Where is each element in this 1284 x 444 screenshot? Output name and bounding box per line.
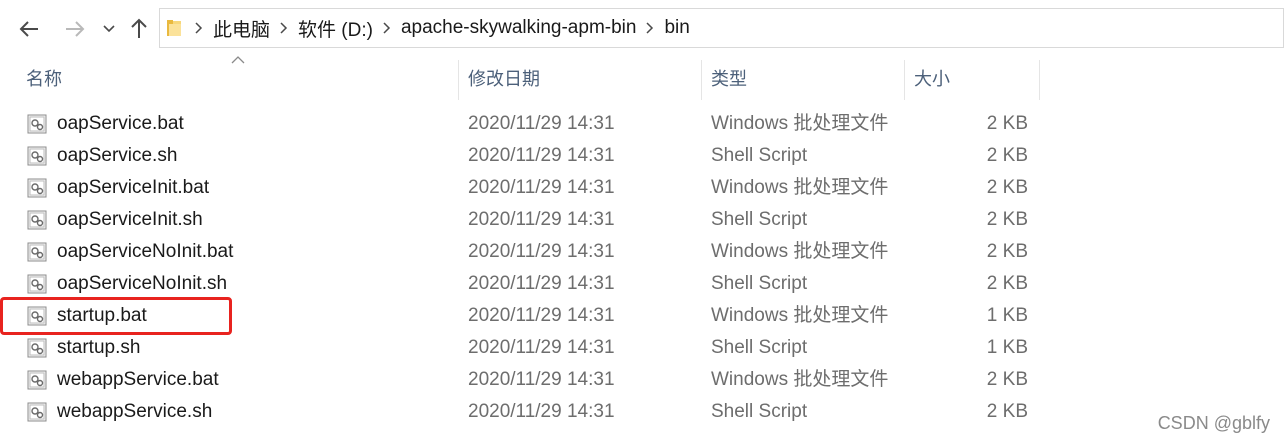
- file-size: 1 KB: [986, 305, 1028, 326]
- file-row[interactable]: oapServiceNoInit.sh 2020/11/29 14:31 She…: [22, 268, 1042, 300]
- highlight-annotation-startup-bat: [0, 297, 232, 335]
- file-row[interactable]: oapService.sh 2020/11/29 14:31 Shell Scr…: [22, 140, 1042, 172]
- file-name: oapService.sh: [57, 145, 178, 166]
- file-size: 2 KB: [986, 209, 1028, 230]
- file-date: 2020/11/29 14:31: [468, 113, 615, 134]
- navigation-bar: 此电脑 软件 (D:) apache-skywalking-apm-bin bi…: [0, 0, 1284, 58]
- file-type: Shell Script: [711, 401, 808, 422]
- recent-locations-button[interactable]: [98, 12, 120, 46]
- batch-file-icon: [27, 178, 47, 198]
- breadcrumb-drive-d[interactable]: 软件 (D:): [295, 15, 376, 42]
- file-size: 2 KB: [986, 241, 1028, 262]
- file-date: 2020/11/29 14:31: [468, 209, 615, 230]
- file-name: webappService.bat: [57, 369, 219, 390]
- batch-file-icon: [27, 242, 47, 262]
- file-type: Windows 批处理文件: [711, 177, 889, 198]
- column-header-type[interactable]: 类型: [705, 60, 905, 100]
- watermark: CSDN @gblfy: [1157, 413, 1270, 433]
- folder-icon: [167, 20, 181, 36]
- file-size: 2 KB: [986, 369, 1028, 390]
- file-row[interactable]: startup.sh 2020/11/29 14:31 Shell Script…: [22, 332, 1042, 364]
- file-date: 2020/11/29 14:31: [468, 305, 615, 326]
- file-type: Windows 批处理文件: [711, 305, 889, 326]
- breadcrumb-bin[interactable]: bin: [661, 17, 692, 39]
- arrow-up-icon: [131, 18, 147, 38]
- batch-file-icon: [27, 114, 47, 134]
- column-header-size[interactable]: 大小: [908, 60, 1038, 100]
- file-name: oapServiceInit.sh: [57, 209, 203, 230]
- breadcrumb-apm-folder[interactable]: apache-skywalking-apm-bin: [398, 17, 640, 39]
- file-name: oapServiceInit.bat: [57, 177, 210, 198]
- file-type: Shell Script: [711, 273, 808, 294]
- column-header-date[interactable]: 修改日期: [462, 60, 702, 100]
- address-bar[interactable]: 此电脑 软件 (D:) apache-skywalking-apm-bin bi…: [159, 8, 1284, 48]
- script-file-icon: [27, 338, 47, 358]
- script-file-icon: [27, 402, 47, 422]
- file-size: 2 KB: [986, 401, 1028, 422]
- file-name: oapServiceNoInit.sh: [57, 273, 228, 294]
- up-button[interactable]: [124, 12, 154, 46]
- chevron-right-icon: [383, 22, 391, 34]
- file-type: Shell Script: [711, 209, 808, 230]
- file-type: Shell Script: [711, 145, 808, 166]
- breadcrumb-this-pc[interactable]: 此电脑: [210, 15, 273, 42]
- file-date: 2020/11/29 14:31: [468, 273, 615, 294]
- chevron-right-icon: [646, 22, 654, 34]
- column-divider[interactable]: [458, 60, 459, 100]
- file-size: 2 KB: [986, 113, 1028, 134]
- breadcrumb-separator[interactable]: [273, 22, 295, 34]
- forward-button[interactable]: [58, 12, 92, 46]
- file-row[interactable]: webappService.sh 2020/11/29 14:31 Shell …: [22, 396, 1042, 428]
- breadcrumb-separator[interactable]: [376, 22, 398, 34]
- file-row[interactable]: oapServiceInit.sh 2020/11/29 14:31 Shell…: [22, 204, 1042, 236]
- column-divider[interactable]: [1039, 60, 1040, 100]
- file-name: oapService.bat: [57, 113, 184, 134]
- file-date: 2020/11/29 14:31: [468, 401, 615, 422]
- file-size: 2 KB: [986, 273, 1028, 294]
- column-header-row: 名称 修改日期 类型 大小: [0, 60, 1284, 100]
- script-file-icon: [27, 146, 47, 166]
- arrow-right-icon: [66, 21, 85, 37]
- breadcrumb-separator[interactable]: [188, 22, 210, 34]
- column-divider[interactable]: [904, 60, 905, 100]
- breadcrumb-separator[interactable]: [639, 22, 661, 34]
- file-row[interactable]: oapServiceInit.bat 2020/11/29 14:31 Wind…: [22, 172, 1042, 204]
- file-type: Windows 批处理文件: [711, 113, 889, 134]
- file-size: 1 KB: [986, 337, 1028, 358]
- file-name: startup.sh: [57, 337, 141, 358]
- column-divider[interactable]: [701, 60, 702, 100]
- arrow-left-icon: [19, 21, 38, 37]
- file-size: 2 KB: [986, 145, 1028, 166]
- file-date: 2020/11/29 14:31: [468, 145, 615, 166]
- file-date: 2020/11/29 14:31: [468, 241, 615, 262]
- script-file-icon: [27, 210, 47, 230]
- batch-file-icon: [27, 370, 47, 390]
- file-name: oapServiceNoInit.bat: [57, 241, 234, 262]
- file-date: 2020/11/29 14:31: [468, 369, 615, 390]
- file-row[interactable]: oapServiceNoInit.bat 2020/11/29 14:31 Wi…: [22, 236, 1042, 268]
- file-type: Shell Script: [711, 337, 808, 358]
- file-date: 2020/11/29 14:31: [468, 337, 615, 358]
- chevron-right-icon: [280, 22, 288, 34]
- file-row[interactable]: oapService.bat 2020/11/29 14:31 Windows …: [22, 108, 1042, 140]
- column-header-name[interactable]: 名称: [20, 60, 458, 100]
- file-date: 2020/11/29 14:31: [468, 177, 615, 198]
- file-size: 2 KB: [986, 177, 1028, 198]
- file-row[interactable]: webappService.bat 2020/11/29 14:31 Windo…: [22, 364, 1042, 396]
- script-file-icon: [27, 274, 47, 294]
- file-type: Windows 批处理文件: [711, 241, 889, 262]
- chevron-right-icon: [195, 22, 203, 34]
- file-type: Windows 批处理文件: [711, 369, 889, 390]
- back-button[interactable]: [12, 12, 46, 46]
- file-name: webappService.sh: [57, 401, 213, 422]
- chevron-down-icon: [103, 25, 115, 33]
